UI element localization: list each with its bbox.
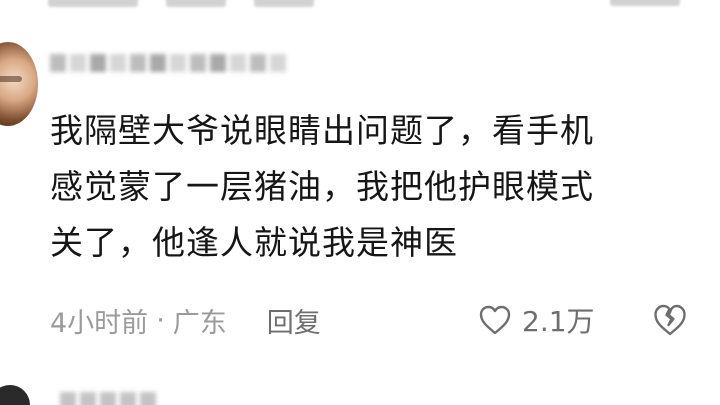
meta-separator: · (156, 304, 165, 336)
previous-comment-meta (48, 0, 342, 12)
heart-outline-icon (479, 305, 511, 335)
username[interactable] (50, 48, 286, 78)
comment-line: 关了，他逢人就说我是神医 (50, 223, 458, 262)
comment-line: 感觉蒙了一层猪油，我把他护眼模式 (50, 167, 594, 206)
next-comment-username[interactable] (60, 392, 156, 405)
previous-comment-actions (610, 0, 680, 6)
dislike-button[interactable] (652, 302, 688, 338)
like-count: 2.1万 (522, 305, 595, 338)
comment-line: 我隔壁大爷说眼睛出问题了，看手机 (50, 111, 594, 150)
like-button[interactable]: 2.1万 (478, 300, 595, 340)
comment-meta: 4小时前 · 广东 回复 (50, 300, 321, 340)
reply-button[interactable]: 回复 (267, 301, 321, 340)
comment-location: 广东 (172, 307, 227, 339)
broken-heart-icon (654, 304, 686, 336)
next-comment-avatar[interactable] (0, 385, 30, 405)
avatar[interactable] (0, 42, 38, 126)
comment-screen: 我隔壁大爷说眼睛出问题了，看手机 感觉蒙了一层猪油，我把他护眼模式 关了，他逢人… (0, 0, 720, 405)
comment-text: 我隔壁大爷说眼睛出问题了，看手机 感觉蒙了一层猪油，我把他护眼模式 关了，他逢人… (50, 103, 690, 271)
comment-time: 4小时前 (50, 307, 149, 339)
